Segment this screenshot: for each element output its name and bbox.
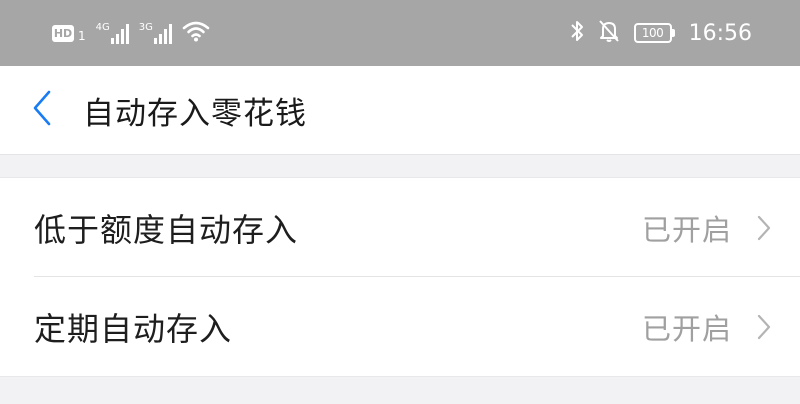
sim-index: 1 [78, 29, 86, 43]
battery-icon: 100 [633, 23, 675, 43]
status-bar: HD 1 4G 3G 100 16:56 [0, 0, 800, 66]
status-left-group: HD 1 4G 3G [52, 20, 210, 46]
back-button[interactable] [12, 66, 72, 155]
battery-level: 100 [633, 23, 672, 43]
chevron-right-icon [756, 313, 772, 341]
settings-item-scheduled[interactable]: 定期自动存入 已开启 [0, 276, 800, 376]
signal-bars [110, 24, 129, 44]
settings-item-label: 定期自动存入 [34, 309, 233, 348]
network-type-3g: 3G [138, 22, 153, 33]
settings-item-label: 低于额度自动存入 [34, 210, 299, 249]
navigation-bar: 自动存入零花钱 [0, 66, 800, 155]
signal-3g-icon: 3G [139, 22, 172, 44]
settings-item-below-threshold[interactable]: 低于额度自动存入 已开启 [0, 178, 800, 277]
settings-item-status: 已开启 [641, 212, 732, 247]
page-title: 自动存入零花钱 [83, 95, 307, 132]
settings-item-status: 已开启 [641, 311, 732, 346]
signal-bars [153, 24, 172, 44]
mute-icon [598, 19, 620, 47]
network-type-4g: 4G [95, 22, 110, 33]
hd-badge: HD [52, 24, 74, 42]
clock: 16:56 [688, 20, 752, 46]
status-right-group: 100 16:56 [570, 19, 752, 47]
chevron-right-icon [756, 214, 772, 242]
signal-4g-icon: 4G [96, 22, 129, 44]
bluetooth-icon [570, 19, 584, 47]
wifi-icon [182, 20, 210, 46]
settings-list: 低于额度自动存入 已开启 定期自动存入 已开启 [0, 177, 800, 377]
chevron-left-icon [31, 89, 53, 131]
